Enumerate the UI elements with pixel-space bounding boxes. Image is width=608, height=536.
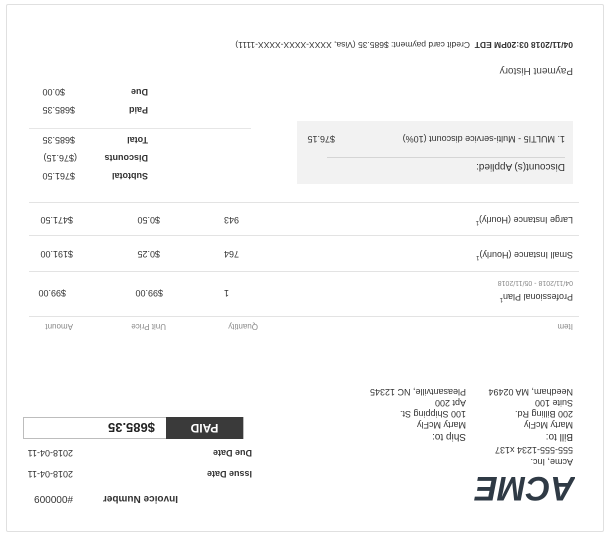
discount-line-label: 1. MULTI5 - Multi-service discount (10%) <box>402 134 565 144</box>
item-footnote: 1 <box>476 254 480 260</box>
table-divider <box>29 316 579 317</box>
issue-date-value: 2018-04-11 <box>27 469 73 479</box>
bill-to-line3: Needham, MA 02494 <box>488 387 573 397</box>
table-divider <box>29 202 579 203</box>
invoice-sheet: ACME Acme, Inc. 555-555-1234 x137 Invoic… <box>6 4 604 532</box>
totals-divider <box>29 128 251 129</box>
bill-to-line2: Suite 100 <box>534 398 573 408</box>
table-divider <box>29 271 579 272</box>
total-value: $685.35 <box>42 135 75 145</box>
bill-to-name: Marty McFly <box>524 420 573 430</box>
item-name: Large Instance (Hourly) <box>478 215 573 225</box>
due-value: $0.00 <box>42 87 65 97</box>
paid-status-box: PAID $685.35 <box>23 417 244 439</box>
subtotal-label: Subtotal <box>112 171 148 181</box>
table-row-3-amount: $471.50 <box>40 215 73 225</box>
payment-description: Credit card payment: $685.35 (Visa, XXXX… <box>235 40 470 50</box>
col-header-amount: Amount <box>45 322 73 331</box>
paid-badge: PAID <box>166 417 243 439</box>
ship-to-name: Marty McFly <box>417 420 466 430</box>
subtotal-value: $761.50 <box>42 171 75 181</box>
payment-history-heading: Payment History <box>499 65 573 76</box>
logo-text: ACME <box>474 473 575 505</box>
ship-to-line2: Apt 200 <box>434 398 466 408</box>
payment-timestamp: 04/11/2018 03:20PM EDT <box>474 40 573 50</box>
ship-to-line3: Pleasantville, NC 12345 <box>369 387 466 397</box>
col-header-item: Item <box>557 322 573 331</box>
bill-to-line1: 200 Billing Rd. <box>514 409 573 419</box>
table-divider <box>29 235 579 236</box>
due-date-value: 2018-04-11 <box>27 448 73 458</box>
paid-amount: $685.35 <box>108 420 155 435</box>
discounts-heading: Discount(s) Applied: <box>476 161 565 172</box>
item-footnote: 1 <box>499 296 503 302</box>
discounts-box: Discount(s) Applied: 1. MULTI5 - Multi-s… <box>297 121 573 184</box>
item-name: Professional Plan <box>502 292 573 302</box>
invoice-page: ACME Acme, Inc. 555-555-1234 x137 Invoic… <box>0 0 608 536</box>
table-row-1-amount: $99.00 <box>38 288 66 298</box>
item-footnote: 1 <box>475 219 479 225</box>
table-row-1-quantity: 1 <box>223 288 229 298</box>
total-label: Total <box>127 135 148 145</box>
bill-to-heading: Bill to: <box>545 431 573 442</box>
table-row-2-item: Small Instance (Hourly)1 <box>476 250 573 260</box>
table-row-1-item: Professional Plan1 <box>500 292 573 302</box>
table-row-3-unit-price: $0.50 <box>137 215 160 225</box>
table-row-2-quantity: 764 <box>223 249 239 259</box>
paid-value: $685.35 <box>42 105 75 115</box>
table-row-3-quantity: 943 <box>223 215 239 225</box>
invoice-number-label: Invoice Number <box>102 493 178 504</box>
table-row-3-item: Large Instance (Hourly)1 <box>476 215 573 225</box>
table-row-1-period: 04/11/2018 - 05/11/2018 <box>497 279 573 286</box>
col-header-unit-price: Unit Price <box>131 322 166 331</box>
col-header-quantity: Quantity <box>228 322 258 331</box>
discounts-value: ($76.15) <box>43 153 77 163</box>
item-name: Small Instance (Hourly) <box>479 250 573 260</box>
due-label: Due <box>130 87 148 97</box>
due-date-label: Due Date <box>212 448 252 458</box>
table-row-2-unit-price: $0.25 <box>137 249 160 259</box>
discounts-label: Discounts <box>104 153 148 163</box>
ship-to-heading: Ship to: <box>432 431 466 442</box>
company-name: Acme, Inc. <box>530 457 573 467</box>
issue-date-label: Issue Date <box>206 469 252 479</box>
payment-entry: 04/11/2018 03:20PM EDT Credit card payme… <box>235 40 573 50</box>
acme-logo: ACME <box>451 473 575 505</box>
table-row-2-amount: $191.00 <box>40 249 73 259</box>
table-row-1-unit-price: $99.00 <box>135 288 163 298</box>
discount-line-amount: $76.15 <box>307 134 335 144</box>
paid-label: Paid <box>128 105 148 115</box>
ship-to-line1: 100 Shipping St. <box>399 409 466 419</box>
company-phone: 555-555-1234 x137 <box>494 445 573 455</box>
invoice-number-value: #000009 <box>34 493 73 504</box>
discounts-divider <box>327 157 565 158</box>
